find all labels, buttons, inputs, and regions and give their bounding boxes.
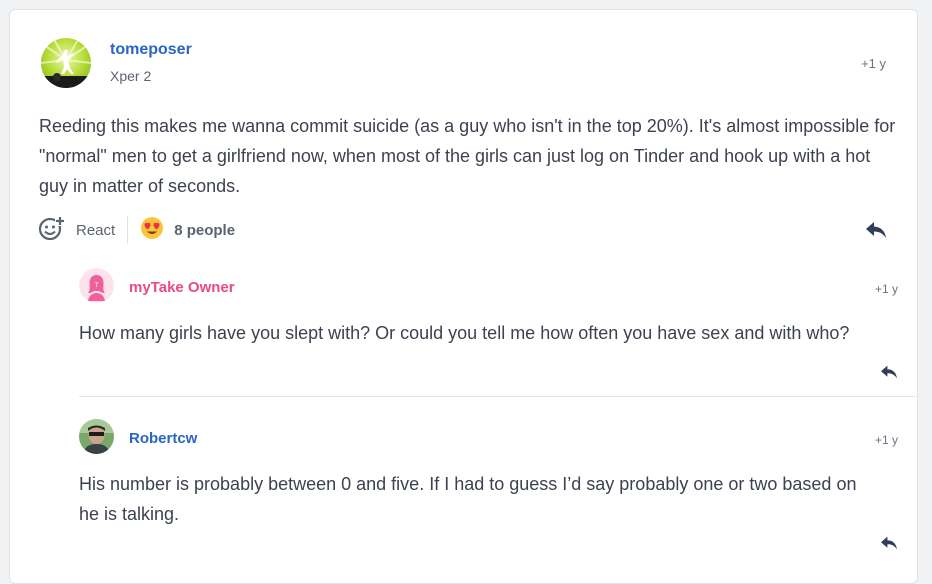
user-avatar[interactable] [41, 38, 91, 88]
female-avatar-icon: ? [79, 268, 114, 303]
post-username[interactable]: tomeposer [110, 41, 192, 59]
reactions-count: 8 people [174, 221, 236, 239]
reply-timestamp: +1 y [874, 282, 898, 296]
react-label: React [76, 221, 116, 239]
reply-body: His number is probably between 0 and fiv… [79, 474, 857, 524]
reply-avatar[interactable]: ? [79, 268, 114, 303]
reply-body: How many girls have you slept with? Or c… [79, 323, 850, 343]
user-avatar-image [41, 38, 91, 88]
actions-divider [127, 216, 129, 244]
comment-card: tomeposer Xper 2 +1 y Reeding this makes… [9, 9, 919, 584]
reply-to-reply-button[interactable] [880, 364, 898, 385]
post-actions: React 8 people [38, 215, 235, 245]
reply-arrow-icon [880, 365, 898, 384]
reply-to-reply-button[interactable] [880, 535, 898, 556]
reply-button[interactable] [865, 220, 887, 245]
reply-arrow-icon [880, 536, 898, 555]
reply-avatar[interactable] [79, 419, 114, 454]
user-photo-avatar [79, 419, 114, 454]
user-level: Xper 2 [110, 68, 152, 84]
post-timestamp: +1 y [861, 56, 886, 71]
reply-timestamp: +1 y [874, 433, 898, 447]
react-button[interactable]: React [38, 214, 115, 247]
post-body: Reeding this makes me wanna commit suici… [39, 116, 896, 196]
reply-username[interactable]: Robertcw [129, 430, 197, 447]
reply-item: ? myTake Owner +1 y How many girls have … [79, 268, 919, 397]
svg-text:?: ? [95, 281, 99, 289]
add-reaction-icon [38, 214, 66, 247]
reactions-summary[interactable]: 8 people [140, 216, 235, 245]
reply-username[interactable]: myTake Owner [129, 279, 235, 296]
reply-item: Robertcw +1 y His number is probably bet… [79, 419, 919, 569]
reply-arrow-icon [865, 222, 887, 244]
heart-eyes-emoji-icon [140, 216, 164, 245]
